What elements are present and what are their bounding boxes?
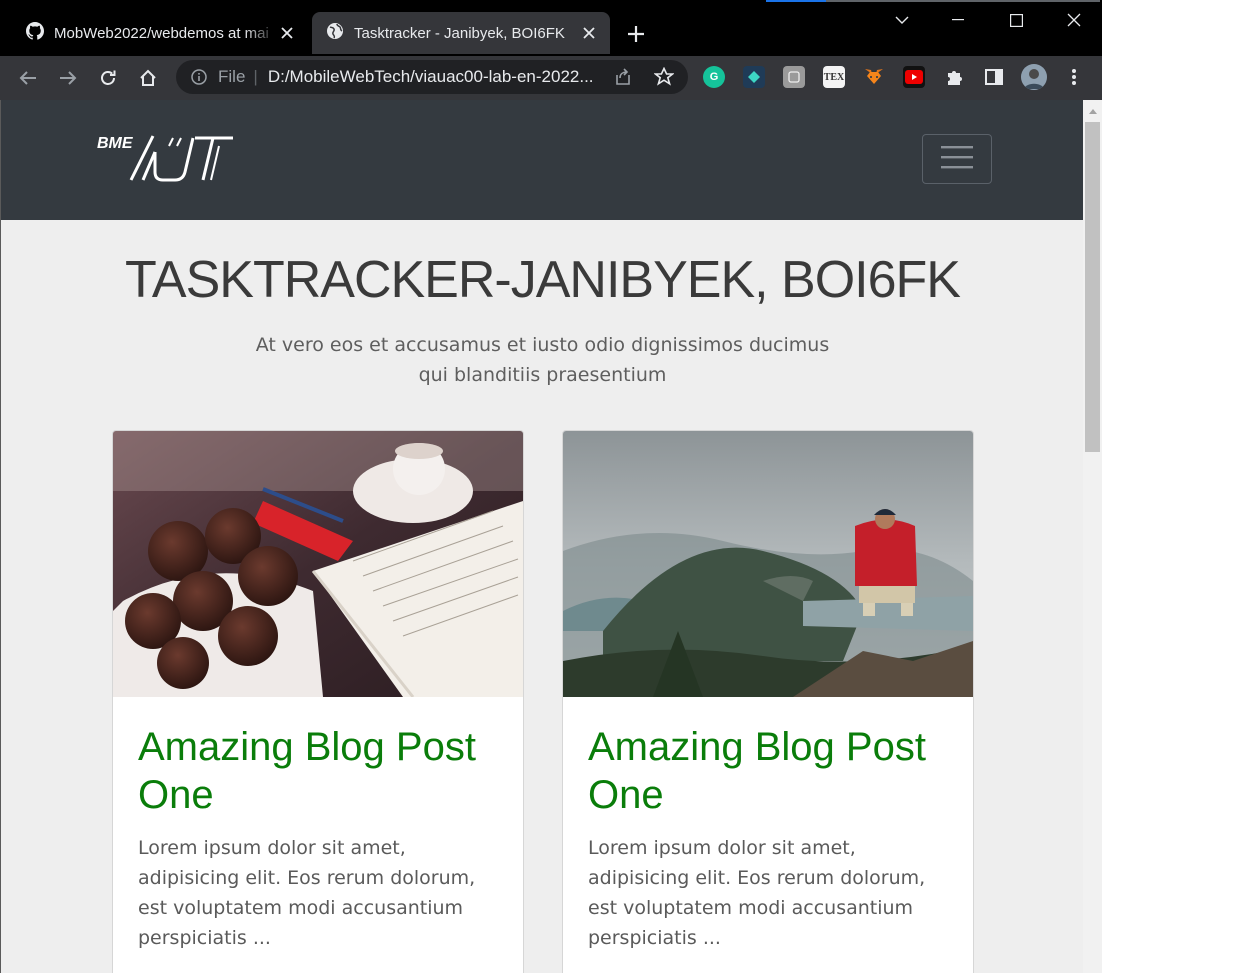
globe-icon: [326, 22, 344, 44]
card-title[interactable]: Amazing Blog Post One: [138, 723, 508, 819]
card-text: Lorem ipsum dolor sit amet, adipisicing …: [588, 837, 926, 949]
grammarly-icon[interactable]: G: [703, 66, 725, 88]
scroll-up-arrow-icon[interactable]: [1083, 104, 1102, 118]
youtube-icon[interactable]: [903, 66, 925, 88]
omnibox-separator: |: [253, 67, 258, 86]
bookmark-star-icon[interactable]: [653, 66, 675, 92]
close-icon[interactable]: [278, 24, 296, 42]
card-title[interactable]: Amazing Blog Post One: [588, 723, 958, 819]
tab-tasktracker[interactable]: Tasktracker - Janibyek, BOI6FK: [312, 12, 610, 54]
github-icon: [26, 22, 45, 44]
new-tab-button[interactable]: [622, 20, 650, 48]
forward-arrow-icon[interactable]: [52, 62, 84, 94]
tab-title: Tasktracker - Janibyek, BOI6FK: [354, 24, 565, 42]
back-arrow-icon[interactable]: [12, 62, 44, 94]
puzzle-icon[interactable]: [943, 66, 965, 88]
close-icon[interactable]: [580, 24, 598, 42]
site-navbar: BME: [1, 100, 1083, 220]
sidepanel-icon[interactable]: [983, 66, 1005, 88]
share-icon[interactable]: [614, 68, 632, 91]
page-lead: At vero eos et accusamus et iusto odio d…: [255, 334, 830, 386]
blog-card: Amazing Blog Post One Lorem ipsum dolor …: [562, 430, 974, 973]
browser-window: MobWeb2022/webdemos at mai Tasktracker -…: [0, 0, 1102, 973]
address-bar[interactable]: File | D:/MobileWebTech/viauac00-lab-en-…: [176, 60, 688, 94]
page-viewport: BME TASKTRACKER-JANIBYEK, BOI6FK At vero…: [0, 100, 1083, 973]
bme-aut-logo[interactable]: BME: [97, 132, 237, 184]
tab-title: MobWeb2022/webdemos at mai: [54, 24, 269, 42]
extension-diamond-icon[interactable]: [743, 66, 765, 88]
reload-icon[interactable]: [92, 62, 124, 94]
hiker-mountain-photo: [563, 431, 973, 697]
tab-github[interactable]: MobWeb2022/webdemos at mai: [12, 12, 308, 54]
home-icon[interactable]: [132, 62, 164, 94]
tex-icon[interactable]: TEX: [823, 66, 845, 88]
window-accent: [766, 0, 826, 2]
tab-strip: MobWeb2022/webdemos at mai Tasktracker -…: [0, 0, 1102, 56]
extension-gray-icon[interactable]: [783, 66, 805, 88]
card-text: Lorem ipsum dolor sit amet, adipisicing …: [138, 837, 476, 949]
muffins-coffee-book-photo: [113, 431, 523, 697]
menu-dots-icon[interactable]: [1063, 66, 1085, 88]
scheme-label: File: [218, 67, 246, 86]
page-title: TASKTRACKER-JANIBYEK, BOI6FK: [124, 251, 961, 309]
scrollbar-thumb[interactable]: [1085, 122, 1100, 452]
tab-search-icon[interactable]: [882, 6, 922, 34]
metamask-fox-icon[interactable]: [863, 66, 885, 88]
minimize-button[interactable]: [938, 6, 978, 34]
window-accent-gray: [826, 0, 1100, 2]
maximize-button[interactable]: [996, 6, 1036, 34]
url-text[interactable]: D:/MobileWebTech/viauac00-lab-en-2022...: [268, 67, 608, 87]
info-icon[interactable]: [190, 68, 208, 86]
blog-card: Amazing Blog Post One Lorem ipsum dolor …: [112, 430, 524, 973]
page-scrollbar[interactable]: [1083, 100, 1102, 973]
navbar-toggler-button[interactable]: [922, 134, 992, 184]
svg-text:BME: BME: [97, 135, 134, 152]
close-window-button[interactable]: [1054, 6, 1094, 34]
profile-avatar[interactable]: [1021, 64, 1047, 90]
hamburger-icon: [941, 145, 973, 173]
